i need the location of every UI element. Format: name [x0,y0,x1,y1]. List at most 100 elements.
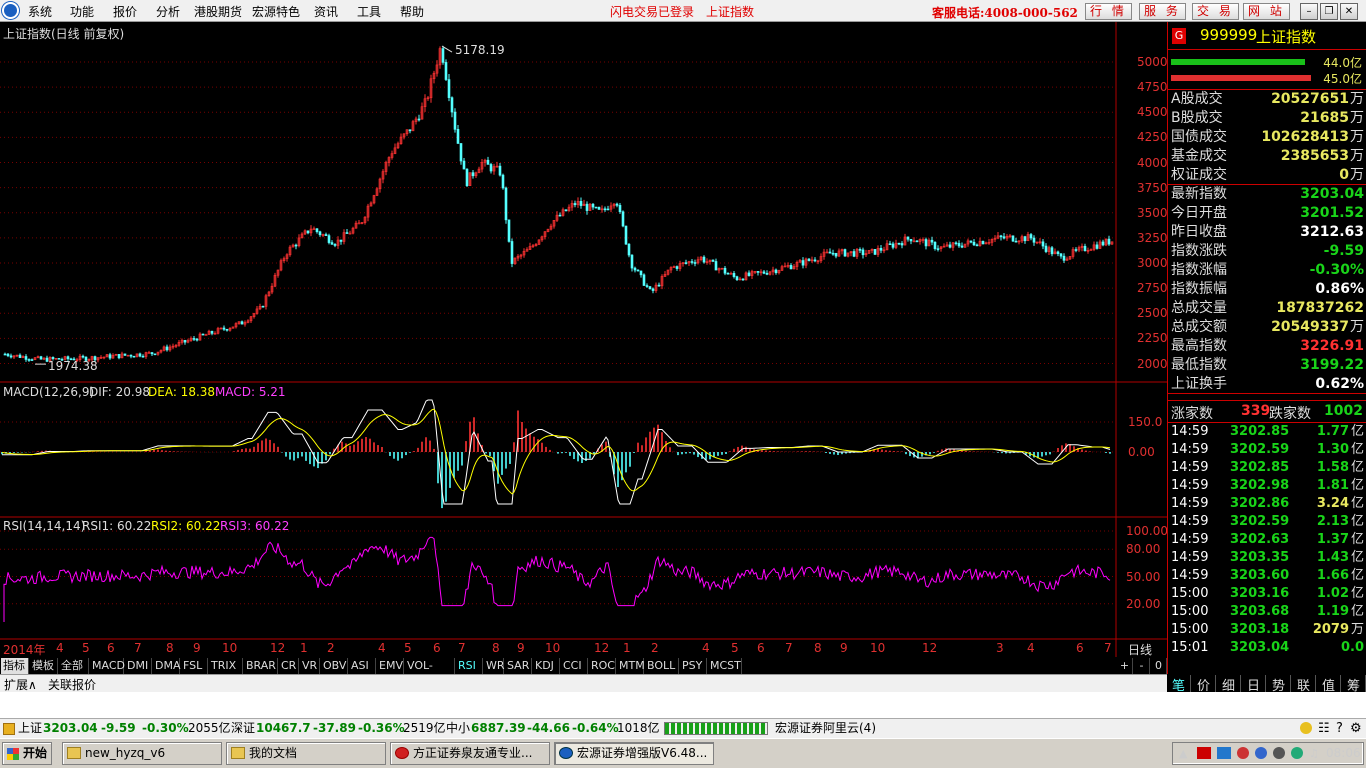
trade-button[interactable]: 交 易 [1192,3,1239,20]
kline-chart[interactable]: 上证指数(日线 前复权) 5178.19 1974.38 MACD(12,26,… [0,22,1168,658]
candle-body [1059,253,1063,257]
candle-body [510,241,514,264]
candle-body [1032,237,1036,243]
indicator-tab-dma[interactable]: DMA [153,658,181,674]
price-tick: 2500 [1137,306,1168,321]
period-label[interactable]: 日线 [1128,641,1152,658]
indicator-tab-cr[interactable]: CR [279,658,299,674]
indicator-tab-fsl[interactable]: FSL [181,658,208,674]
tick-time: 14:59 [1171,496,1209,511]
task-hongyuan-active[interactable]: 宏源证券增强版V6.48... [554,742,714,765]
task-new-hyzq[interactable]: new_hyzq_v6 [62,742,222,765]
indicator-tab-trix[interactable]: TRIX [209,658,243,674]
speaker-icon[interactable]: ▲ [1179,747,1187,760]
menu-function[interactable]: 功能 [70,3,94,20]
index-bar-icon[interactable] [3,723,15,735]
close-icon[interactable]: ✕ [1340,3,1358,20]
bluetooth-icon[interactable] [1291,747,1303,759]
indicator-tab-dmi[interactable]: DMI [125,658,152,674]
indicator-tab-roc[interactable]: ROC [589,658,616,674]
menu-analysis[interactable]: 分析 [156,3,180,20]
price-tick: 3500 [1137,205,1168,220]
menu-quote[interactable]: 报价 [113,3,137,20]
candle-body [564,209,568,212]
candle-body [456,129,460,144]
date-tick: 1 [300,641,308,655]
tick-time: 15:00 [1171,586,1209,601]
candle-body [645,285,649,287]
menu-help[interactable]: 帮助 [400,3,424,20]
indicator-tab-asi[interactable]: ASI [349,658,376,674]
indicator-tab-cci[interactable]: CCI [561,658,588,674]
candle-body [888,243,892,246]
flag-icon[interactable] [1197,747,1211,759]
website-button[interactable]: 网 站 [1243,3,1290,20]
date-tick: 4 [1027,641,1035,655]
quote-row-label: 最低指数 [1171,357,1227,373]
related-quote-button[interactable]: 关联报价 [48,676,96,693]
indicator-tab-mcst[interactable]: MCST [708,658,742,674]
candle-body [831,252,835,255]
candle-body [603,208,607,211]
indicator-tab-macd[interactable]: MACD [90,658,125,674]
indicator-tab-brar[interactable]: BRAR [244,658,278,674]
zoom-button-2[interactable]: 0 [1151,658,1167,674]
tick-amount: 2.13 [1316,514,1349,529]
candle-body [333,244,337,246]
update-icon[interactable] [1255,747,1267,759]
indicator-tab-mtm[interactable]: MTM [617,658,645,674]
quote-row: 昨日收盘 3212.63 [1168,223,1366,242]
candle-body [1014,240,1018,243]
quote-row-label: A股成交 [1171,91,1223,107]
security-icon[interactable] [1237,747,1249,759]
zoom-button-1[interactable]: - [1134,658,1150,674]
indicator-tab-kdj[interactable]: KDJ [533,658,560,674]
quote-row-label: 总成交量 [1171,300,1227,316]
menu-system[interactable]: 系统 [28,3,52,20]
signal-icon[interactable]: ☷ [1318,719,1330,738]
date-tick: 8 [166,641,174,655]
indicator-tab-wr[interactable]: WR [484,658,505,674]
market-button[interactable]: 行 情 [1085,3,1132,20]
sh-index-pct: -0.30% [142,721,189,735]
indicator-tab-emv[interactable]: EMV [377,658,404,674]
volume-icon[interactable]: ♫ [1309,747,1319,760]
indicator-tab-模板[interactable]: 模板 [30,658,58,674]
candle-body [498,165,502,176]
indicator-tab-rsi[interactable]: RSI [456,658,483,674]
zoom-button-0[interactable]: + [1117,658,1133,674]
help-icon[interactable]: ? [1336,719,1343,738]
service-button[interactable]: 服 务 [1139,3,1186,20]
candle-body [195,338,199,341]
restore-icon[interactable]: ❐ [1320,3,1338,20]
candle-body [651,288,655,291]
candle-body [915,240,919,243]
indicator-tab-全部[interactable]: 全部 [59,658,89,674]
indicator-tab-vr[interactable]: VR [300,658,320,674]
quote-row-label: 基金成交 [1171,148,1227,164]
price-tick: 3250 [1137,230,1168,245]
indicator-tab-obv[interactable]: OBV [321,658,348,674]
expand-button[interactable]: 扩展∧ [4,676,37,693]
indicator-tab-boll[interactable]: BOLL [645,658,679,674]
sz-index-value: 10467.7 [256,721,311,735]
minimize-icon[interactable]: – [1300,3,1318,20]
start-button[interactable]: 开始 [2,742,52,765]
tick-time: 14:59 [1171,442,1209,457]
task-my-documents[interactable]: 我的文档 [226,742,386,765]
indicator-tab-vol-tdx[interactable]: VOL-TDX [405,658,455,687]
indicator-tab-sar[interactable]: SAR [505,658,532,674]
menu-news[interactable]: 资讯 [314,3,338,20]
task-founder-securities[interactable]: 方正证券泉友通专业... [390,742,550,765]
indicator-tab-指标[interactable]: 指标 [1,658,29,674]
clock-app-icon[interactable] [1273,747,1285,759]
menu-hk-futures[interactable]: 港股期货 [194,3,242,20]
tick-time: 15:00 [1171,604,1209,619]
candle-body [450,97,454,113]
settings-icon[interactable]: ⚙ [1350,719,1362,738]
network-icon[interactable] [1217,747,1231,759]
menu-hongyuan[interactable]: 宏源特色 [252,3,300,20]
alert-icon[interactable] [1300,722,1312,734]
indicator-tab-psy[interactable]: PSY [680,658,707,674]
menu-tools[interactable]: 工具 [357,3,381,20]
